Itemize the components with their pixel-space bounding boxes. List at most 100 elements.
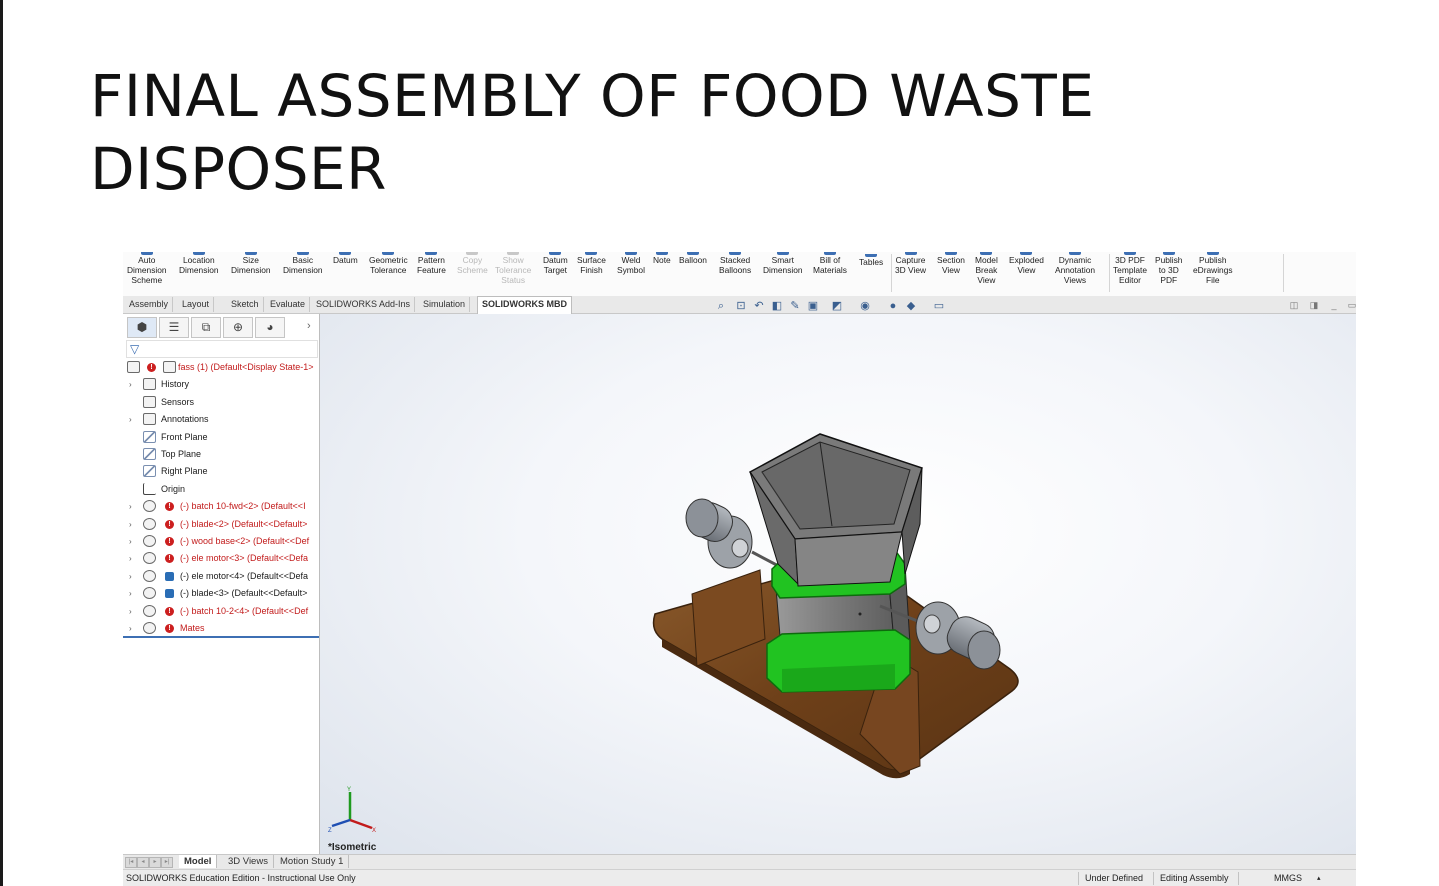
display-style-icon[interactable]: ◩ xyxy=(831,300,843,312)
tree-item[interactable]: ›! (-) ele motor<3> (Default<<Defa xyxy=(123,550,319,567)
plane-icon xyxy=(143,430,156,443)
maximize-pane-icon[interactable]: ▭ xyxy=(1347,300,1356,310)
filter-icon[interactable]: ▽ xyxy=(130,341,139,357)
tree-item[interactable]: ›! Mates xyxy=(123,620,319,637)
datum-target-button[interactable]: Datum Target xyxy=(543,252,568,275)
tree-item[interactable]: ›! (-) batch 10-2<4> (Default<<Def xyxy=(123,603,319,620)
dynamic-annotation-icon[interactable]: ✎ xyxy=(789,300,801,312)
auto-dimension-button[interactable]: Auto Dimension Scheme xyxy=(127,252,167,285)
tolerance-status-button[interactable]: Show Tolerance Status xyxy=(495,252,531,285)
weld-symbol-button[interactable]: Weld Symbol xyxy=(617,252,645,275)
apply-scene-icon[interactable]: ◆ xyxy=(905,300,917,312)
tree-item[interactable]: Right Plane xyxy=(123,463,319,480)
pdf-template-button[interactable]: 3D PDF Template Editor xyxy=(1113,252,1147,285)
bottom-tab-model[interactable]: Model xyxy=(179,855,218,868)
bottom-tab-motion-study-1[interactable]: Motion Study 1 xyxy=(275,855,350,868)
publish-3d-pdf-button[interactable]: Publish to 3D PDF xyxy=(1155,252,1182,285)
tree-item[interactable]: ›! (-) wood base<2> (Default<<Def xyxy=(123,533,319,550)
tables-button[interactable]: Tables xyxy=(859,254,883,267)
expand-chevron-icon[interactable]: › xyxy=(129,568,135,585)
pattern-feature-button[interactable]: Pattern Feature xyxy=(417,252,446,275)
view-orientation-icon[interactable]: ▣ xyxy=(807,300,819,312)
publish-edrawings-button[interactable]: Publish eDrawings File xyxy=(1193,252,1233,285)
bill-of-materials-button[interactable]: Bill of Materials xyxy=(813,252,847,275)
zoom-to-fit-icon[interactable]: ⌕ xyxy=(715,300,727,312)
tree-item[interactable]: Sensors xyxy=(123,394,319,411)
tree-item[interactable]: ›! (-) blade<2> (Default<<Default> xyxy=(123,516,319,533)
tree-item-label: (-) blade<3> (Default<<Default> xyxy=(180,588,308,599)
graphics-area[interactable]: Y X Z *Isometric xyxy=(320,314,1356,854)
previous-view-icon[interactable]: ↶ xyxy=(753,300,765,312)
section-view-icon[interactable]: ◧ xyxy=(771,300,783,312)
expand-chevron-icon[interactable]: › xyxy=(129,603,135,620)
ribbon-button-label: Note xyxy=(653,255,671,265)
dynamic-annotation-button[interactable]: Dynamic Annotation Views xyxy=(1055,252,1095,285)
filter-field[interactable]: ▽ xyxy=(126,340,318,358)
tree-item[interactable]: › (-) ele motor<4> (Default<<Defa xyxy=(123,568,319,585)
tab-layout[interactable]: Layout xyxy=(178,297,215,312)
prev-tab-icon[interactable]: ◂ xyxy=(137,857,149,868)
tree-item[interactable]: Origin xyxy=(123,481,319,498)
view-settings-icon[interactable]: ▭ xyxy=(933,300,945,312)
hide-show-items-icon[interactable]: ◉ xyxy=(859,300,871,312)
section-view-button[interactable]: Section View xyxy=(937,252,965,275)
status-divider xyxy=(1078,872,1079,885)
basic-dimension-button[interactable]: Basic Dimension xyxy=(283,252,323,275)
tree-item[interactable]: ›! (-) batch 10-fwd<2> (Default<<I xyxy=(123,498,319,515)
expand-chevron-icon[interactable]: › xyxy=(129,376,135,393)
tree-item[interactable]: Top Plane xyxy=(123,446,319,463)
expand-chevron-icon[interactable]: › xyxy=(129,550,135,567)
chevron-right-icon[interactable]: › xyxy=(307,320,311,332)
capture-3d-view-button[interactable]: Capture 3D View xyxy=(895,252,926,275)
copy-scheme-button[interactable]: Copy Scheme xyxy=(457,252,488,275)
expand-chevron-icon[interactable]: › xyxy=(129,585,135,602)
tree-item[interactable]: Front Plane xyxy=(123,429,319,446)
tree-item[interactable]: › (-) blade<3> (Default<<Default> xyxy=(123,585,319,602)
exploded-view-button[interactable]: Exploded View xyxy=(1009,252,1044,275)
tile-pane-icon[interactable]: ◨ xyxy=(1309,300,1319,310)
expand-chevron-icon[interactable]: › xyxy=(129,620,135,637)
smart-dimension-button[interactable]: Smart Dimension xyxy=(763,252,803,275)
minimize-pane-icon[interactable]: _ xyxy=(1329,300,1339,310)
balloon-button[interactable]: Balloon xyxy=(679,252,707,265)
dimxpert-manager-tab-icon[interactable]: ⊕ xyxy=(223,317,253,338)
size-dimension-button[interactable]: Size Dimension xyxy=(231,252,271,275)
tab-simulation[interactable]: Simulation xyxy=(419,297,471,312)
tab-sketch[interactable]: Sketch xyxy=(227,297,264,312)
stacked-balloons-button[interactable]: Stacked Balloons xyxy=(719,252,751,275)
next-tab-icon[interactable]: ▸ xyxy=(149,857,161,868)
tree-item[interactable]: ! fass (1) (Default<Display State-1> xyxy=(123,359,319,376)
datum-button[interactable]: Datum xyxy=(333,252,358,265)
tab-assembly[interactable]: Assembly xyxy=(125,297,174,312)
zoom-to-area-icon[interactable]: ⊡ xyxy=(735,300,747,312)
geometric-tolerance-button[interactable]: Geometric Tolerance xyxy=(369,252,408,275)
tree-item-label: Right Plane xyxy=(161,466,208,477)
property-manager-tab-icon[interactable]: ☰ xyxy=(159,317,189,338)
expand-chevron-icon[interactable]: › xyxy=(129,516,135,533)
last-tab-icon[interactable]: ▸| xyxy=(161,857,173,868)
note-button[interactable]: Note xyxy=(653,252,671,265)
tab-solidworks-add-ins[interactable]: SOLIDWORKS Add-Ins xyxy=(312,297,416,312)
bottom-tab-3d-views[interactable]: 3D Views xyxy=(223,855,274,868)
first-tab-icon[interactable]: |◂ xyxy=(125,857,137,868)
ribbon-button-label: Datum Target xyxy=(543,255,568,275)
expand-chevron-icon[interactable]: › xyxy=(129,498,135,515)
edit-appearance-icon[interactable]: ● xyxy=(887,300,899,312)
assembly-model[interactable] xyxy=(320,314,1356,854)
tab-evaluate[interactable]: Evaluate xyxy=(266,297,311,312)
ribbon-button-label: Publish to 3D PDF xyxy=(1155,255,1183,285)
unit-system-selector[interactable]: MMGS xyxy=(1274,870,1302,886)
configuration-manager-tab-icon[interactable]: ⧉ xyxy=(191,317,221,338)
restore-pane-icon[interactable]: ◫ xyxy=(1289,300,1299,310)
feature-manager-tab-icon[interactable]: ⬢ xyxy=(127,317,157,338)
surface-finish-button[interactable]: Surface Finish xyxy=(577,252,606,275)
units-menu-chevron-icon[interactable]: ▴ xyxy=(1317,870,1321,886)
tree-item[interactable]: › Annotations xyxy=(123,411,319,428)
model-break-view-button[interactable]: Model Break View xyxy=(975,252,998,285)
display-manager-tab-icon[interactable]: ◕ xyxy=(255,317,285,338)
expand-chevron-icon[interactable]: › xyxy=(129,411,135,428)
expand-chevron-icon[interactable]: › xyxy=(129,533,135,550)
location-dimension-button[interactable]: Location Dimension xyxy=(179,252,219,275)
tab-solidworks-mbd[interactable]: SOLIDWORKS MBD xyxy=(477,296,572,314)
tree-item[interactable]: › History xyxy=(123,376,319,393)
